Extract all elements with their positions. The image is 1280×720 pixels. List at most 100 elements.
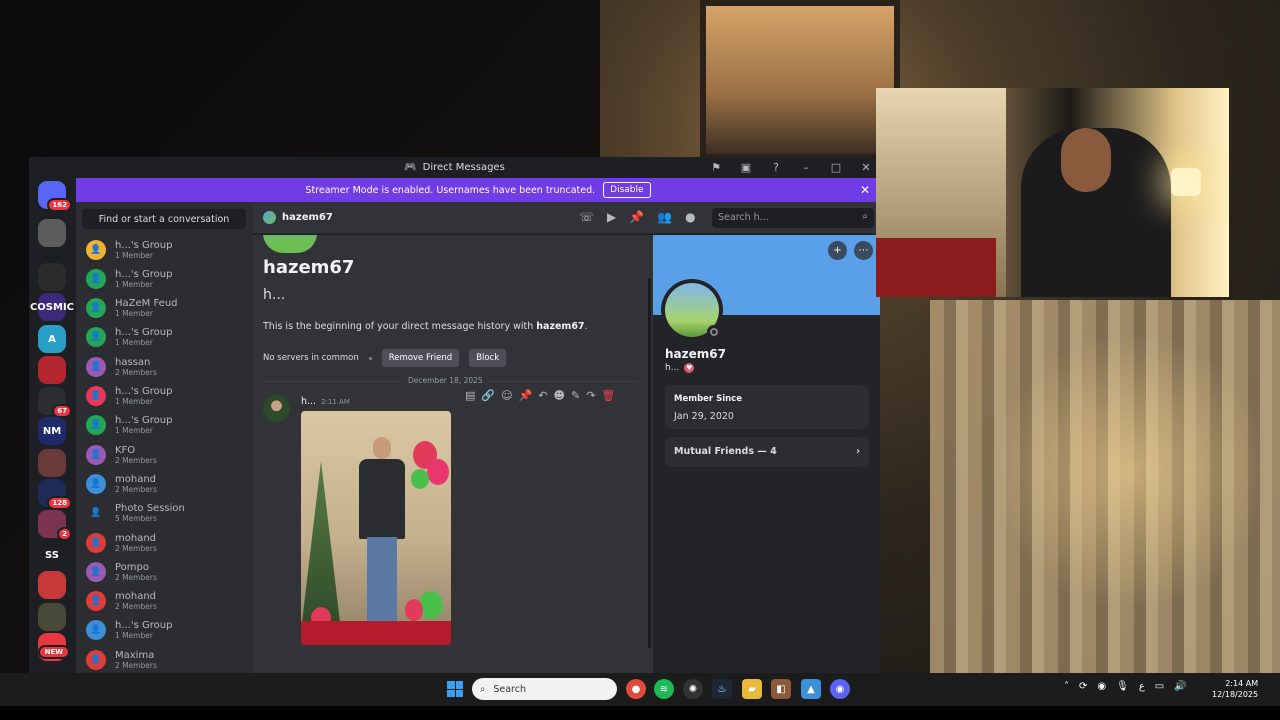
reply-icon[interactable]: ↶ (538, 389, 547, 402)
close-button[interactable]: ✕ (858, 161, 874, 174)
dm-name: h...'s Group (115, 415, 173, 427)
photo-app-icon[interactable]: ◧ (771, 679, 791, 699)
dm-name: h...'s Group (115, 268, 173, 280)
message-photo[interactable] (301, 411, 451, 645)
dm-search-button[interactable]: Find or start a conversation (82, 209, 246, 229)
profile-avatar[interactable] (661, 279, 723, 341)
more-options-icon[interactable]: ⋯ (854, 241, 873, 260)
user-profile-icon[interactable]: ● (685, 210, 695, 224)
group-avatar-icon: 👤 (86, 239, 106, 260)
pin-icon[interactable]: 📌 (519, 389, 533, 402)
dm-list-item[interactable]: 👤 h...'s Group 1 Member (86, 265, 248, 292)
edit-icon[interactable]: ✎ (571, 389, 580, 402)
start-button[interactable] (447, 681, 463, 697)
server-cosmic-icon[interactable]: COSMIC (30, 293, 74, 321)
help-icon[interactable]: ? (768, 161, 784, 174)
dm-text: h...'s Group 1 Member (115, 620, 172, 640)
server-67-icon[interactable]: 67 (38, 387, 72, 418)
network-icon[interactable]: ▭ (1155, 681, 1164, 692)
server-robot-icon[interactable] (38, 571, 66, 599)
discord-tray-icon[interactable]: ◉ (1097, 681, 1106, 692)
dm-list-item[interactable]: 👤 Photo Session 5 Members (86, 500, 248, 527)
dm-list-item[interactable]: 👤 h...'s Group 1 Member (86, 617, 248, 644)
server-ss-icon[interactable]: SS (38, 541, 66, 569)
sync-icon[interactable]: ⟳ (1079, 681, 1087, 692)
minimize-button[interactable]: – (798, 161, 814, 174)
app-icon[interactable]: ▤ (465, 389, 475, 402)
dm-text: mohand 2 Members (115, 474, 157, 494)
dm-name: h...'s Group (115, 327, 173, 339)
chat-header: hazem67 ☏ ▶ 📌 👥 ● Search h... ⌕ (253, 202, 880, 234)
message-author[interactable]: h... (301, 396, 316, 407)
inbox-flag-icon[interactable]: ⚑ (708, 161, 724, 174)
dm-list-item[interactable]: 👤 h...'s Group 1 Member (86, 236, 248, 263)
maximize-button[interactable]: □ (828, 161, 844, 174)
photo-person-head (373, 437, 391, 459)
photo-floor (301, 621, 451, 645)
status-offline-icon (707, 325, 721, 339)
server-soldier-icon[interactable] (38, 603, 66, 631)
dm-list-item[interactable]: 👤 hassan 2 Members (86, 353, 248, 380)
notification-badge: 128 (47, 496, 72, 510)
language-icon[interactable]: ع (1139, 681, 1145, 692)
chevron-up-icon[interactable]: ˄ (1064, 681, 1069, 692)
copy-link-icon[interactable]: 🔗 (481, 389, 495, 402)
close-banner-icon[interactable]: ✕ (860, 183, 870, 197)
spotify-icon[interactable]: ≋ (654, 679, 674, 699)
dm-list-item[interactable]: 👤 KFO 2 Members (86, 441, 248, 468)
block-button[interactable]: Block (469, 349, 507, 367)
server-dark-icon[interactable] (38, 263, 66, 291)
file-explorer-icon[interactable]: ▰ (742, 679, 762, 699)
dm-text: Pompo 2 Members (115, 562, 157, 582)
heart-badge-icon[interactable]: ♥ (684, 363, 695, 373)
mutual-friends-row: Mutual Friends — 4 › (674, 446, 860, 457)
chat-scrollbar[interactable] (648, 278, 651, 648)
taskbar-search[interactable]: ⌕ Search (472, 678, 617, 700)
dm-list-item[interactable]: 👤 mohand 2 Members (86, 529, 248, 556)
server-skull-icon[interactable] (38, 219, 66, 247)
dm-list-item[interactable]: 👤 mohand 2 Members (86, 470, 248, 497)
super-reaction-icon[interactable]: ☺ (501, 389, 512, 402)
server-new-icon[interactable]: NEW (37, 633, 70, 661)
chrome-icon[interactable]: ● (626, 679, 646, 699)
dm-list-item[interactable]: 👤 h...'s Group 1 Member (86, 412, 248, 439)
dm-list-item[interactable]: 👤 mohand 2 Members (86, 588, 248, 615)
streamer-mode-text: Streamer Mode is enabled. Usernames have… (305, 184, 596, 196)
voice-call-icon[interactable]: ☏ (579, 210, 594, 224)
delete-icon[interactable]: 🗑 (601, 389, 615, 402)
dm-list-item[interactable]: 👤 h...'s Group 1 Member (86, 383, 248, 410)
steam-icon[interactable]: ♨ (712, 679, 732, 699)
server-pink-icon[interactable]: 2 (38, 510, 72, 541)
discord-taskbar-icon[interactable]: ◉ (830, 679, 850, 699)
photos-icon[interactable]: ▲ (801, 679, 821, 699)
chat-search-input[interactable]: Search h... ⌕ (712, 208, 874, 228)
server-a-icon[interactable]: A (38, 325, 66, 353)
server-nm-icon[interactable]: NM (38, 417, 66, 445)
taskbar-clock[interactable]: 2:14 AM 12/18/2025 (1212, 678, 1258, 700)
message-author-avatar[interactable] (263, 395, 290, 422)
add-reaction-icon[interactable]: ☻ (554, 389, 565, 402)
intro-avatar (263, 235, 317, 253)
pinned-messages-icon[interactable]: 📌 (629, 210, 644, 224)
dm-list-item[interactable]: 👤 h...'s Group 1 Member (86, 324, 248, 351)
forward-icon[interactable]: ↷ (586, 389, 595, 402)
volume-icon[interactable]: 🔊 (1174, 681, 1186, 692)
microphone-icon[interactable]: 🎙 (1116, 681, 1129, 692)
server-red-icon[interactable] (38, 356, 66, 384)
video-call-icon[interactable]: ▶ (607, 210, 616, 224)
server-128-icon[interactable]: 128 (38, 479, 72, 510)
add-friend-icon[interactable]: + (828, 241, 847, 260)
dm-name: h...'s Group (115, 239, 173, 251)
add-friends-dm-icon[interactable]: 👥 (657, 210, 672, 224)
mutual-friends-card[interactable]: Mutual Friends — 4 › (665, 437, 869, 467)
chatgpt-icon[interactable]: ✺ (683, 679, 703, 699)
server-portrait-icon[interactable] (38, 449, 66, 477)
dm-list-item[interactable]: 👤 Pompo 2 Members (86, 558, 248, 585)
screen-icon[interactable]: ▣ (738, 161, 754, 174)
dm-list-item[interactable]: 👤 HaZeM Feud 1 Member (86, 295, 248, 322)
discord-home-icon[interactable]: 162 (38, 181, 72, 212)
disable-streamer-button[interactable]: Disable (603, 182, 651, 198)
remove-friend-button[interactable]: Remove Friend (381, 349, 460, 367)
dm-name: mohand (115, 532, 157, 544)
dm-list-item[interactable]: 👤 Maxima 2 Members (86, 646, 248, 673)
